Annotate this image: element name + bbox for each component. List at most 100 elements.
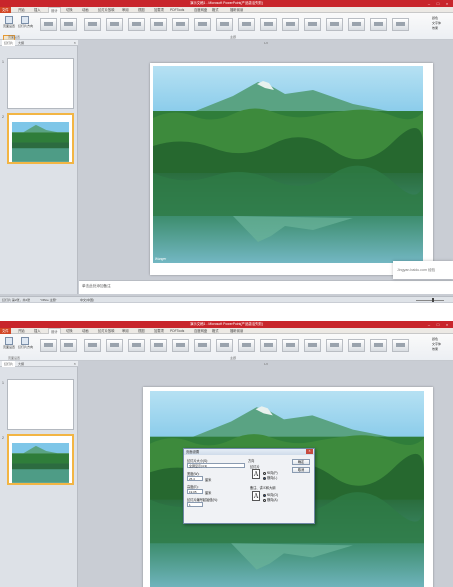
theme-swatch[interactable] xyxy=(392,18,409,31)
page-setup-icon xyxy=(5,337,13,345)
slide-orientation-button[interactable]: 幻灯片方向 xyxy=(18,337,33,355)
theme-swatch[interactable] xyxy=(392,339,409,352)
height-unit: 厘米 xyxy=(205,491,212,495)
watermark-text: Wanger xyxy=(155,257,167,261)
window-title: 演示文稿1 - Microsoft PowerPoint(产品激活失败) xyxy=(189,322,264,326)
theme-swatch[interactable] xyxy=(216,18,233,31)
group-label-themes: 主题 xyxy=(230,35,237,39)
theme-swatch[interactable] xyxy=(370,339,387,352)
slide-thumbnail-2[interactable] xyxy=(7,434,74,485)
effects-button[interactable]: 效果 xyxy=(432,26,450,31)
theme-swatch[interactable] xyxy=(194,18,211,31)
page-setup-button[interactable]: 页面设置 xyxy=(2,337,16,355)
minimize-button[interactable]: – xyxy=(426,322,432,327)
title-bar: 演示文稿1 - Microsoft PowerPoint(产品激活失败) – □… xyxy=(0,0,453,7)
zoom-slider[interactable] xyxy=(410,298,450,302)
theme-swatch[interactable] xyxy=(194,339,211,352)
panel-tabs: 幻灯片 大纲 × xyxy=(0,361,78,367)
theme-swatch[interactable] xyxy=(84,339,101,352)
popup-text: Jingyan.baidu.com 经验 xyxy=(397,268,436,272)
page-setup-button[interactable]: 页面设置 xyxy=(2,16,16,34)
ribbon: 页面设置 幻灯片方向 页面设置 主题 颜色 文字体 效果 xyxy=(0,13,453,54)
theme-swatch[interactable] xyxy=(128,18,145,31)
panel-close-icon[interactable]: × xyxy=(74,361,76,367)
slide-orientation-button[interactable]: 幻灯片方向 xyxy=(18,16,33,34)
theme-swatch[interactable] xyxy=(326,18,343,31)
dialog-close-icon[interactable]: × xyxy=(306,449,313,454)
theme-swatch[interactable] xyxy=(348,339,365,352)
slides-landscape-option[interactable]: 横向(L) xyxy=(263,475,277,480)
ribbon: 页面设置 幻灯片方向 页面设置 主题 颜色 文字体 效果 xyxy=(0,334,453,361)
theme-swatch[interactable] xyxy=(326,339,343,352)
ruler-label: 1/2 xyxy=(263,41,269,45)
theme-swatch[interactable] xyxy=(216,339,233,352)
slide-thumbnail-1[interactable] xyxy=(7,58,74,109)
notes-landscape-option[interactable]: 横向(A) xyxy=(263,497,278,502)
minimize-button[interactable]: – xyxy=(426,1,432,6)
theme-swatch[interactable] xyxy=(260,18,277,31)
theme-swatch[interactable] xyxy=(370,18,387,31)
theme-swatch[interactable] xyxy=(106,18,123,31)
theme-swatch[interactable] xyxy=(282,339,299,352)
effects-button[interactable]: 效果 xyxy=(432,347,450,352)
theme-swatch[interactable] xyxy=(150,339,167,352)
slide-page[interactable]: Wanger xyxy=(150,63,433,275)
notes-orientation-icon: A xyxy=(252,491,260,501)
theme-swatch[interactable] xyxy=(84,18,101,31)
height-input[interactable]: 19.05 xyxy=(187,489,203,494)
slide-thumbnail-1[interactable] xyxy=(7,379,74,430)
group-label-themes: 主题 xyxy=(230,356,237,360)
window-title: 演示文稿1 - Microsoft PowerPoint(产品激活失败) xyxy=(189,1,264,5)
theme-swatch[interactable] xyxy=(172,18,189,31)
slide-number-input[interactable]: 1 xyxy=(187,502,203,507)
landscape-image xyxy=(153,66,423,263)
theme-swatch[interactable] xyxy=(282,18,299,31)
tab-slides[interactable]: 幻灯片 xyxy=(2,40,16,46)
slide-photo[interactable]: Wanger xyxy=(153,66,423,263)
ok-button[interactable]: 确定 xyxy=(292,459,310,465)
zoom-knob[interactable] xyxy=(432,298,434,302)
theme-swatch[interactable] xyxy=(238,339,255,352)
theme-swatch[interactable] xyxy=(304,18,321,31)
theme-swatch[interactable] xyxy=(172,339,189,352)
slide-thumbnail-2[interactable] xyxy=(7,113,74,164)
slide-number: 1 xyxy=(2,60,4,64)
panel-close-icon[interactable]: × xyxy=(74,40,76,46)
maximize-button[interactable]: □ xyxy=(435,322,441,327)
status-bar: 幻灯片 第2张，共2张 "Office 主题" 中文(中国) xyxy=(0,296,453,302)
tab-outline[interactable]: 大纲 xyxy=(16,361,26,367)
theme-swatch[interactable] xyxy=(304,339,321,352)
theme-swatch[interactable] xyxy=(106,339,123,352)
group-label-page-setup: 页面设置 xyxy=(8,356,21,360)
tab-slides[interactable]: 幻灯片 xyxy=(2,361,16,367)
width-unit: 厘米 xyxy=(205,478,212,482)
slide-orientation-icon xyxy=(21,337,29,345)
close-button[interactable]: × xyxy=(444,1,450,6)
title-bar: 演示文稿1 - Microsoft PowerPoint(产品激活失败) – □… xyxy=(0,321,453,328)
theme-swatch[interactable] xyxy=(128,339,145,352)
ruler-label: 1/2 xyxy=(263,362,269,366)
theme-swatch[interactable] xyxy=(60,339,77,352)
theme-swatch[interactable] xyxy=(60,18,77,31)
theme-swatch[interactable] xyxy=(40,339,57,352)
slide-number: 2 xyxy=(2,436,4,440)
notes-orientation-label: 备注、讲义和大纲 xyxy=(250,486,276,490)
theme-swatch[interactable] xyxy=(348,18,365,31)
maximize-button[interactable]: □ xyxy=(435,1,441,6)
close-button[interactable]: × xyxy=(444,322,450,327)
slides-panel: 幻灯片 大纲 × 1 2 xyxy=(0,40,78,294)
cancel-button[interactable]: 取消 xyxy=(292,467,310,473)
separator xyxy=(0,303,453,321)
portrait-orientation-icon: A xyxy=(252,469,260,479)
tab-outline[interactable]: 大纲 xyxy=(16,40,26,46)
theme-swatch[interactable] xyxy=(238,18,255,31)
slide-size-select[interactable]: 全屏显示(4:3) xyxy=(187,463,245,468)
theme-swatch[interactable] xyxy=(40,18,57,31)
theme-swatch[interactable] xyxy=(150,18,167,31)
theme-swatch[interactable] xyxy=(260,339,277,352)
page-setup-icon xyxy=(5,16,13,24)
notes-pane[interactable]: 单击此处添加备注 xyxy=(79,280,453,294)
width-input[interactable]: 25.4 xyxy=(187,476,203,481)
slide-canvas: Wanger xyxy=(79,46,453,280)
group-label-page-setup: 页面设置 xyxy=(8,35,21,39)
